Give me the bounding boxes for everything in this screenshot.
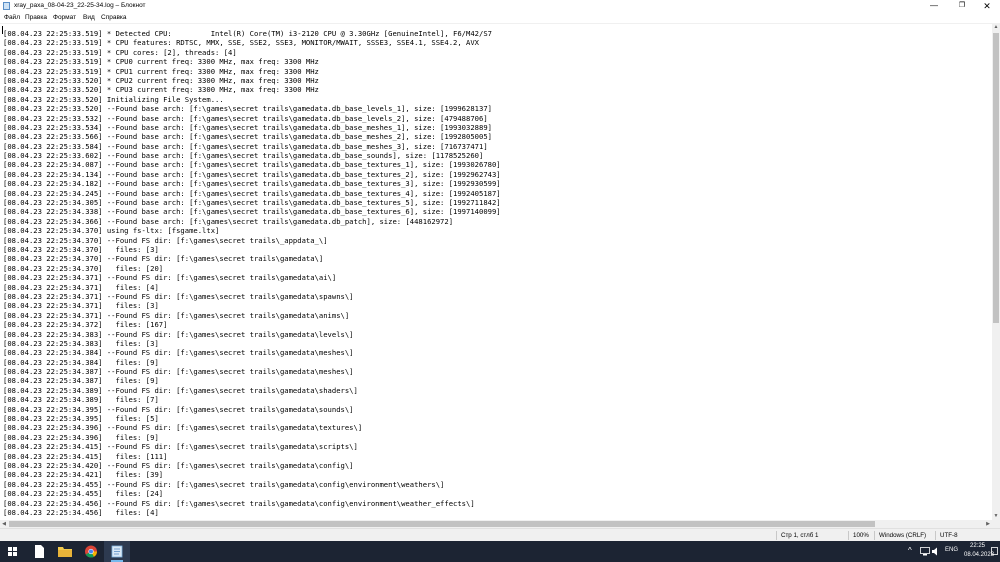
menu-format[interactable]: Формат [53,12,76,23]
horizontal-scrollbar[interactable]: ◀ ▶ [0,520,992,528]
clock-time[interactable]: 22:25 [970,543,985,549]
text-editor[interactable]: [08.04.23 22:25:33.519] * Detected CPU: … [0,23,992,520]
chrome-icon [85,545,97,558]
menu-edit[interactable]: Правка [25,12,47,23]
log-line: [08.04.23 22:25:34.387] files: [9] [3,376,159,386]
log-line: [08.04.23 22:25:34.384] --Found FS dir: … [3,348,354,358]
log-line: [08.04.23 22:25:34.415] --Found FS dir: … [3,442,358,452]
tray-overflow-chevron-icon[interactable]: ^ [908,546,912,555]
taskbar: ^ ENG 22:25 08.04.2023 [0,541,1000,562]
scroll-left-arrow-icon[interactable]: ◀ [0,520,8,528]
log-line: [08.04.23 22:25:34.366] --Found base arc… [3,216,454,226]
log-lines: [08.04.23 22:25:33.519] * Detected CPU: … [3,29,501,517]
minimize-button[interactable]: — [920,0,948,12]
log-line: [08.04.23 22:25:34.134] --Found base arc… [3,169,501,179]
scroll-down-arrow-icon[interactable]: ▼ [992,512,1000,520]
close-button[interactable]: ✕ [974,0,1000,12]
status-separator [848,531,849,540]
menu-view[interactable]: Вид [83,12,95,23]
status-separator [874,531,875,540]
scrollbar-corner [992,520,1000,528]
log-line: [08.04.23 22:25:33.520] * CPU2 current f… [3,75,319,85]
log-line: [08.04.23 22:25:34.370] files: [3] [3,244,159,254]
log-line: [08.04.23 22:25:34.245] --Found base arc… [3,188,501,198]
log-line: [08.04.23 22:25:34.371] --Found FS dir: … [3,291,354,301]
log-line: [08.04.23 22:25:34.370] --Found FS dir: … [3,254,324,264]
log-line: [08.04.23 22:25:34.087] --Found base arc… [3,160,501,170]
taskbar-chrome[interactable] [78,541,104,562]
vertical-scroll-thumb[interactable] [993,33,999,323]
notepad-icon [111,545,123,558]
menu-help[interactable]: Справка [101,12,127,23]
horizontal-scroll-thumb[interactable] [9,521,875,527]
log-line: [08.04.23 22:25:34.396] files: [9] [3,432,159,442]
log-line: [08.04.23 22:25:33.520] --Found base arc… [3,104,492,114]
log-line: [08.04.23 22:25:34.370] files: [20] [3,263,164,273]
log-line: [08.04.23 22:25:34.371] files: [4] [3,282,159,292]
language-indicator[interactable]: ENG [945,547,958,553]
log-line: [08.04.23 22:25:34.384] files: [9] [3,357,159,367]
clock-date[interactable]: 08.04.2023 [964,552,994,558]
log-line: [08.04.23 22:25:34.389] files: [7] [3,395,159,405]
log-line: [08.04.23 22:25:33.519] * CPU0 current f… [3,57,319,67]
log-line: [08.04.23 22:25:34.370] using fs-ltx: [f… [3,226,220,236]
log-line: [08.04.23 22:25:34.415] files: [111] [3,451,168,461]
status-bar: Стр 1, стлб 1 100% Windows (CRLF) UTF-8 [0,528,1000,541]
notifications-icon[interactable] [991,547,998,556]
vertical-scrollbar[interactable]: ▲ ▼ [992,23,1000,520]
log-line: [08.04.23 22:25:34.371] --Found FS dir: … [3,273,337,283]
log-line: [08.04.23 22:25:34.372] files: [167] [3,320,168,330]
log-line: [08.04.23 22:25:33.519] * CPU features: … [3,38,479,48]
log-line: [08.04.23 22:25:34.456] files: [4] [3,507,159,517]
speaker-icon[interactable] [932,547,940,556]
log-line: [08.04.23 22:25:33.519] * Detected CPU: … [3,29,492,38]
log-line: [08.04.23 22:25:34.420] --Found FS dir: … [3,460,354,470]
log-line: [08.04.23 22:25:34.455] --Found FS dir: … [3,479,445,489]
log-line: [08.04.23 22:25:33.519] * CPU1 current f… [3,66,319,76]
windows-logo-icon [8,547,17,556]
log-line: [08.04.23 22:25:34.455] files: [24] [3,489,164,499]
taskbar-file-explorer[interactable] [52,541,78,562]
scroll-up-arrow-icon[interactable]: ▲ [992,23,1000,31]
notepad-icon [3,2,10,10]
log-line: [08.04.23 22:25:33.534] --Found base arc… [3,122,492,132]
log-line: [08.04.23 22:25:34.421] files: [39] [3,470,164,480]
status-separator [935,531,936,540]
taskbar-notepad[interactable] [104,541,130,562]
menu-file[interactable]: Файл [4,12,20,23]
menu-bar: Файл Правка Формат Вид Справка [0,12,1000,23]
log-line: [08.04.23 22:25:33.602] --Found base arc… [3,151,484,161]
log-line: [08.04.23 22:25:33.520] * CPU3 current f… [3,85,319,95]
maximize-button[interactable]: ❐ [948,0,976,12]
log-line: [08.04.23 22:25:34.383] --Found FS dir: … [3,329,354,339]
scroll-right-arrow-icon[interactable]: ▶ [984,520,992,528]
network-icon[interactable] [920,547,930,556]
log-line: [08.04.23 22:25:34.371] --Found FS dir: … [3,310,350,320]
folder-icon [58,547,72,557]
log-line: [08.04.23 22:25:33.532] --Found base arc… [3,113,488,123]
log-line: [08.04.23 22:25:34.383] files: [3] [3,338,159,348]
blank-document-icon [35,545,44,558]
log-line: [08.04.23 22:25:34.338] --Found base arc… [3,207,501,217]
status-separator [776,531,777,540]
log-line: [08.04.23 22:25:33.584] --Found base arc… [3,141,488,151]
log-line: [08.04.23 22:25:34.389] --Found FS dir: … [3,385,358,395]
log-line: [08.04.23 22:25:34.395] --Found FS dir: … [3,404,354,414]
log-line: [08.04.23 22:25:34.371] files: [3] [3,301,159,311]
log-line: [08.04.23 22:25:33.566] --Found base arc… [3,132,492,142]
taskbar-new-document[interactable] [26,541,52,562]
title-bar: xray_paxa_08-04-23_22-25-34.log – Блокно… [0,0,1000,12]
log-line: [08.04.23 22:25:34.456] --Found FS dir: … [3,498,475,508]
log-line: [08.04.23 22:25:34.305] --Found base arc… [3,198,501,208]
log-line: [08.04.23 22:25:34.395] files: [5] [3,414,159,424]
log-line: [08.04.23 22:25:33.519] * CPU cores: [2]… [3,47,237,57]
log-line: [08.04.23 22:25:33.520] Initializing Fil… [3,94,224,104]
start-button[interactable] [0,541,26,562]
log-line: [08.04.23 22:25:34.396] --Found FS dir: … [3,423,363,433]
log-line: [08.04.23 22:25:34.387] --Found FS dir: … [3,367,354,377]
log-line: [08.04.23 22:25:34.182] --Found base arc… [3,179,501,189]
log-line: [08.04.23 22:25:34.370] --Found FS dir: … [3,235,328,245]
window-title: xray_paxa_08-04-23_22-25-34.log – Блокно… [14,2,146,9]
